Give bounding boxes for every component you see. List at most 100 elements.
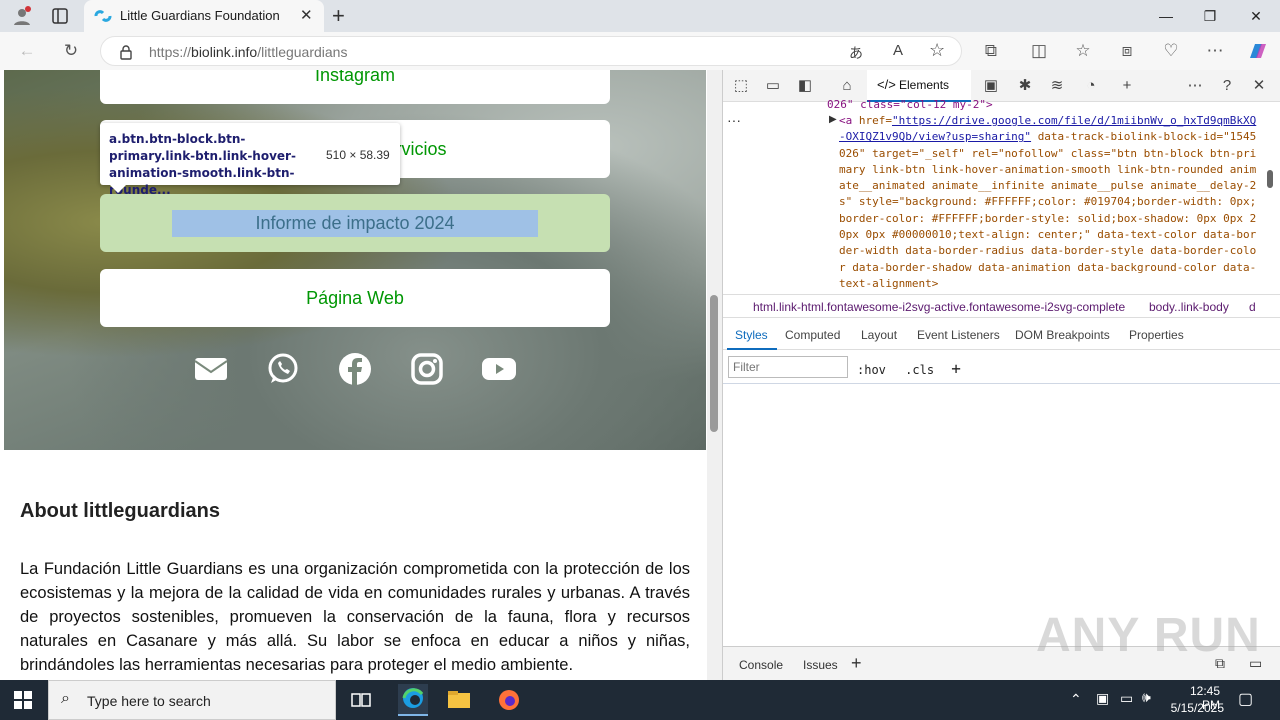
reload-icon[interactable]: ↻ [60,40,82,62]
profile-icon[interactable] [12,6,32,26]
network-icon[interactable]: ▭ [1120,690,1133,707]
link-label: Informe de impacto 2024 [255,213,455,233]
favorite-star-icon[interactable]: ☆ [929,40,945,61]
split-screen-icon[interactable]: ◫ [1028,40,1050,62]
styles-separator [723,383,1280,384]
dom-line-parent[interactable]: 026" class="col-12 my-2"> [827,98,993,111]
more-tools-plus-icon[interactable]: + [1117,76,1137,96]
dom-scrollbar[interactable] [1263,104,1277,290]
device-emulation-icon[interactable]: ▭ [763,76,783,96]
browser-tab-strip: Little Guardians Foundation ✕ + — ❐ ✕ [0,0,1280,32]
expand-triangle-icon[interactable]: ▶ [829,114,837,125]
drawer-tab-issues[interactable]: Issues [803,658,838,672]
browser-toolbar: ← ↻ https://biolink.info/littleguardians… [0,32,1280,70]
restore-icon[interactable]: ❐ [1200,6,1220,26]
device-icon[interactable]: ▣ [1096,690,1109,707]
drawer-add-tab-icon[interactable]: + [851,653,862,674]
lock-icon[interactable] [119,44,133,60]
minimize-icon[interactable]: — [1156,6,1176,26]
console-errors-icon[interactable]: ▣ [981,76,1001,96]
hov-toggle[interactable]: :hov [857,363,886,377]
notifications-icon[interactable]: ▢ [1238,689,1253,709]
read-aloud-icon[interactable]: A [893,42,903,59]
active-tab-indicator [727,348,777,350]
collections-icon[interactable]: ⧈ [1116,40,1138,62]
link-button-instagram[interactable]: Instagram [100,70,610,104]
tab-properties[interactable]: Properties [1129,328,1184,342]
tab-styles[interactable]: Styles [735,328,768,342]
windows-start-icon[interactable] [14,691,32,709]
extensions-icon[interactable]: ⧉ [980,40,1002,62]
link-label: Instagram [314,70,396,85]
task-view-icon[interactable] [348,688,374,712]
firefox-icon[interactable] [496,688,522,712]
tab-actions-icon[interactable] [52,8,68,24]
devtools-panel: ⬚ ▭ ◧ ⌂ </> Elements ▣ ✱ ≋ ◔ + ⋯ ? ✕ 026… [722,70,1280,680]
tab-elements-label: Elements [899,78,950,92]
tooltip-selector: a.btn.btn-block.btn-primary.link-btn.lin… [109,132,296,197]
anyrun-watermark: ANY RUN [1036,609,1261,662]
devtools-toolbar: ⬚ ▭ ◧ ⌂ </> Elements ▣ ✱ ≋ ◔ + ⋯ ? ✕ [723,70,1280,102]
browser-essentials-icon[interactable]: ♡ [1160,40,1182,62]
address-bar[interactable]: https://biolink.info/littleguardians あ A… [100,36,962,66]
tab-title: Little Guardians Foundation [120,8,280,23]
settings-more-icon[interactable]: ⋯ [1204,40,1226,62]
performance-gauge-icon[interactable]: ◔ [1081,76,1101,96]
new-style-rule-icon[interactable]: + [951,359,961,378]
inspect-tooltip: a.btn.btn-block.btn-primary.link-btn.lin… [100,123,400,197]
volume-icon[interactable]: 🕪 [1142,689,1151,706]
link-button-pagina-web[interactable]: Página Web [100,269,610,327]
about-heading: About littleguardians [20,500,220,522]
tab-little-guardians[interactable]: Little Guardians Foundation ✕ [84,0,324,32]
translate-icon[interactable]: あ [849,43,863,63]
breadcrumb-body[interactable]: body..link-body [1149,300,1229,314]
dom-selected-node[interactable]: <a href="https://drive.google.com/file/d… [839,113,1259,292]
url-text[interactable]: https://biolink.info/littleguardians [149,44,347,60]
network-wifi-icon[interactable]: ≋ [1047,76,1067,96]
taskbar-search-box[interactable]: ⌕ Type here to search [48,680,336,720]
filter-toolbar: :hov .cls + [857,359,961,378]
youtube-icon[interactable] [482,352,516,386]
drawer-tab-console[interactable]: Console [739,658,783,672]
tab-dom-breakpoints[interactable]: DOM Breakpoints [1015,328,1110,342]
close-window-icon[interactable]: ✕ [1246,6,1266,26]
close-tab-icon[interactable]: ✕ [300,6,313,24]
favorites-icon[interactable]: ☆ [1072,40,1094,62]
breadcrumb-html[interactable]: html.link-html.fontawesome-i2svg-active.… [753,300,1125,314]
windows-taskbar: ⌕ Type here to search ⌃ ▣ ▭ 🕪 12:45 PM 5… [0,680,1280,720]
breadcrumb-div[interactable]: d [1249,300,1256,314]
tab-computed[interactable]: Computed [785,328,840,342]
clock-date[interactable]: 5/15/2025 [1164,701,1224,715]
debugger-bug-icon[interactable]: ✱ [1015,76,1035,96]
envelope-icon[interactable] [194,352,228,386]
devtools-menu-icon[interactable]: ⋯ [1185,76,1205,96]
cls-toggle[interactable]: .cls [905,363,934,377]
inspect-element-icon[interactable]: ⬚ [731,76,751,96]
edge-browser-icon[interactable] [398,684,428,716]
link-button-informe-impacto[interactable]: Informe de impacto 2024 [100,194,610,252]
tab-layout[interactable]: Layout [861,328,897,342]
help-icon[interactable]: ? [1217,76,1237,96]
tab-event-listeners[interactable]: Event Listeners [917,328,1000,342]
close-devtools-icon[interactable]: ✕ [1249,76,1269,96]
search-icon: ⌕ [61,690,70,707]
dom-ellipsis-icon[interactable]: ··· [727,112,741,128]
about-text: La Fundación Little Guardians es una org… [20,560,690,674]
page-scrollbar[interactable] [707,70,722,680]
code-brackets-icon: </> [877,77,896,92]
web-page: Instagram Servicios Informe de impacto 2… [0,70,722,680]
instagram-icon[interactable] [410,352,444,386]
styles-filter-input[interactable] [728,356,848,378]
file-explorer-icon[interactable] [446,688,472,712]
copilot-icon[interactable] [1246,40,1270,62]
whatsapp-icon[interactable] [266,352,300,386]
welcome-home-icon[interactable]: ⌂ [837,76,857,96]
show-hidden-icons-icon[interactable]: ⌃ [1070,691,1082,708]
new-tab-icon[interactable]: + [332,3,345,29]
back-icon[interactable]: ← [16,40,38,62]
dock-side-icon[interactable]: ◧ [795,76,815,96]
page-scrollbar-thumb[interactable] [710,295,718,432]
facebook-icon[interactable] [338,352,372,386]
biolink-favicon-icon [94,9,112,23]
dom-scrollbar-thumb[interactable] [1267,170,1273,188]
